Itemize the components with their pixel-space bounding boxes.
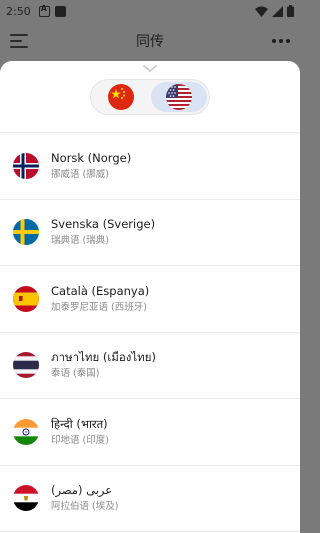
language-subtitle: 阿拉伯语 (埃及) [51, 501, 119, 513]
language-name: हिन्दी (भारत) [51, 416, 108, 431]
language-name: عربی (مصر) [51, 483, 113, 498]
egypt-flag-icon [13, 485, 39, 512]
language-subtitle: 挪威语 (挪威) [51, 168, 109, 180]
language-name: Català (Espanya) [51, 283, 150, 298]
list-item[interactable]: ภาษาไทย (เมืองไทย) 泰语 (泰国) [0, 333, 300, 399]
language-picker-sheet: Norsk (Norge) 挪威语 (挪威) Svenska (Sverige)… [0, 61, 300, 533]
thailand-flag-icon [13, 352, 39, 379]
battery-icon [287, 5, 294, 17]
language-subtitle: 泰语 (泰国) [51, 368, 100, 380]
language-subtitle: 印地语 (印度) [51, 434, 109, 446]
sweden-flag-icon [13, 219, 39, 246]
app-bar: 同传 [0, 22, 300, 60]
list-item[interactable]: عربی (مصر) 阿拉伯语 (埃及) [0, 466, 300, 532]
target-language-option[interactable] [151, 82, 207, 112]
language-subtitle: 加泰罗尼亚语 (西班牙) [51, 301, 147, 313]
notification-a-icon [38, 4, 50, 17]
language-list: Norsk (Norge) 挪威语 (挪威) Svenska (Sverige)… [0, 133, 300, 532]
language-name: Svenska (Sverige) [51, 217, 156, 232]
wifi-icon [255, 6, 268, 17]
language-name: Norsk (Norge) [51, 150, 132, 165]
list-item[interactable]: हिन्दी (भारत) 印地语 (印度) [0, 399, 300, 466]
spain-flag-icon [13, 285, 39, 312]
list-item[interactable]: Svenska (Sverige) 瑞典语 (瑞典) [0, 200, 300, 266]
more-options-icon[interactable] [272, 39, 290, 43]
status-time: 2:50 [6, 4, 31, 18]
list-item[interactable]: Català (Espanya) 加泰罗尼亚语 (西班牙) [0, 266, 300, 333]
language-name: ภาษาไทย (เมืองไทย) [51, 350, 156, 365]
india-flag-icon [13, 418, 39, 445]
status-bar: 2:50 [0, 0, 300, 22]
menu-icon[interactable] [10, 33, 30, 49]
signal-icon [272, 5, 283, 17]
chevron-down-icon[interactable] [143, 65, 157, 73]
language-toggle[interactable] [90, 79, 210, 115]
us-flag-icon [166, 84, 192, 110]
notification-square-icon [54, 5, 66, 17]
source-language-option[interactable] [93, 82, 149, 112]
language-subtitle: 瑞典语 (瑞典) [51, 235, 109, 247]
list-item[interactable]: Norsk (Norge) 挪威语 (挪威) [0, 133, 300, 200]
norway-flag-icon [13, 152, 39, 179]
china-flag-icon [108, 84, 134, 110]
page-title: 同传 [136, 34, 164, 50]
